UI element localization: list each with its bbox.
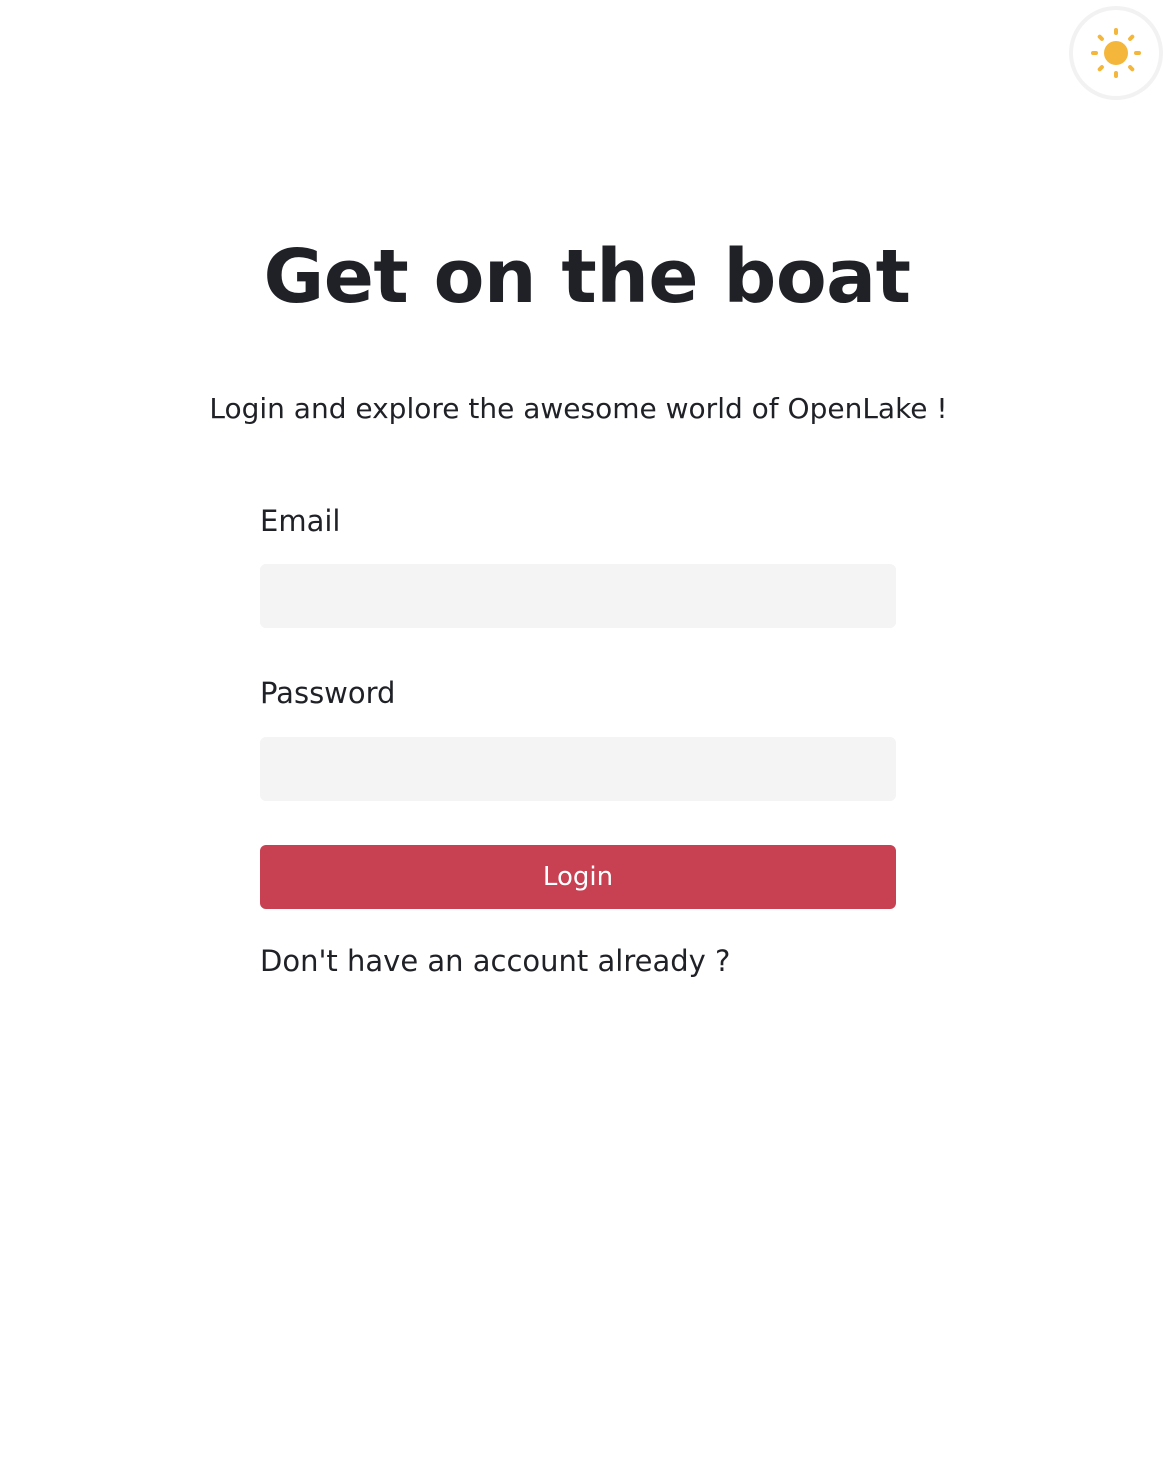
page-title: Get on the boat bbox=[263, 234, 911, 320]
theme-toggle-button[interactable] bbox=[1069, 6, 1163, 100]
signup-link[interactable]: Don't have an account already ? bbox=[260, 940, 730, 982]
sun-icon bbox=[1091, 28, 1141, 78]
password-field[interactable] bbox=[260, 737, 896, 801]
email-label: Email bbox=[260, 504, 341, 538]
password-label: Password bbox=[260, 676, 396, 710]
login-button[interactable]: Login bbox=[260, 845, 896, 909]
page-subtitle: Login and explore the awesome world of O… bbox=[209, 392, 948, 425]
email-field[interactable] bbox=[260, 564, 896, 628]
